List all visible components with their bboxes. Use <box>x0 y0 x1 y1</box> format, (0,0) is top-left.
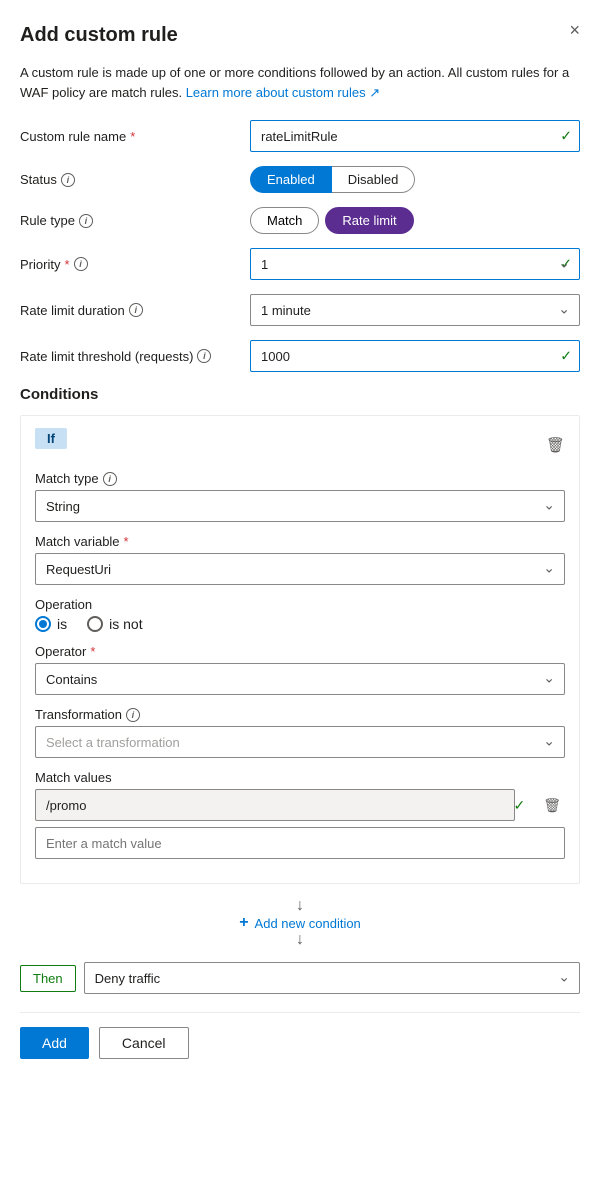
add-condition-label: Add new condition <box>255 916 361 931</box>
rule-type-label: Rule type i <box>20 213 250 228</box>
then-action-select[interactable]: Deny traffic Allow traffic Log request R… <box>84 962 580 994</box>
priority-required-indicator: * <box>64 257 69 272</box>
operation-group: Operation is is not <box>35 597 565 632</box>
match-value-delete-icon[interactable]: 🗑 <box>539 793 565 818</box>
transformation-info-icon[interactable]: i <box>126 708 140 722</box>
operation-isnot-option[interactable]: is not <box>87 616 142 632</box>
custom-rule-name-label: Custom rule name * <box>20 129 250 144</box>
rate-limit-duration-select[interactable]: 1 minute 5 minutes <box>250 294 580 326</box>
footer-divider <box>20 1012 580 1013</box>
operator-group: Operator * Contains Equals StartsWith En… <box>35 644 565 695</box>
footer-buttons: Add Cancel <box>20 1027 580 1059</box>
description-text: A custom rule is made up of one or more … <box>20 63 580 102</box>
radio-isnot-empty <box>87 616 103 632</box>
status-label: Status i <box>20 172 250 187</box>
match-type-label: Match type i <box>35 471 565 486</box>
operator-required: * <box>90 644 95 659</box>
priority-label: Priority * i <box>20 257 250 272</box>
cancel-button[interactable]: Cancel <box>99 1027 189 1059</box>
operation-is-label: is <box>57 616 67 632</box>
learn-more-link[interactable]: Learn more about custom rules ↗ <box>186 85 380 100</box>
match-value-check: ✓ <box>513 797 525 814</box>
match-values-label: Match values <box>35 770 565 785</box>
conditions-section-title: Conditions <box>20 386 580 403</box>
rate-threshold-info-icon[interactable]: i <box>197 349 211 363</box>
if-badge: If <box>35 428 67 449</box>
operator-select[interactable]: Contains Equals StartsWith EndsWith <box>35 663 565 695</box>
operation-is-option[interactable]: is <box>35 616 67 632</box>
conditions-box: If 🗑 Match type i String IP Address Geo … <box>20 415 580 884</box>
rate-limit-duration-label: Rate limit duration i <box>20 303 250 318</box>
rate-limit-threshold-label: Rate limit threshold (requests) i <box>20 349 250 364</box>
match-value-row: ✓ 🗑 <box>35 789 565 821</box>
delete-condition-icon[interactable]: 🗑 <box>546 436 565 454</box>
priority-input[interactable] <box>250 248 580 280</box>
transformation-select[interactable]: Select a transformation Lowercase Upperc… <box>35 726 565 758</box>
match-variable-select[interactable]: RequestUri QueryString RequestBody <box>35 553 565 585</box>
close-button[interactable]: × <box>569 20 580 41</box>
threshold-check-icon: ✓ <box>560 348 572 365</box>
required-indicator: * <box>130 129 135 144</box>
operation-label: Operation <box>35 597 565 612</box>
operator-label: Operator * <box>35 644 565 659</box>
priority-check-icon: ✓ <box>560 256 572 273</box>
match-type-group: Match type i String IP Address Geo <box>35 471 565 522</box>
match-type-select[interactable]: String IP Address Geo <box>35 490 565 522</box>
rate-limit-threshold-input[interactable] <box>250 340 580 372</box>
rate-duration-info-icon[interactable]: i <box>129 303 143 317</box>
panel-title: Add custom rule <box>20 24 178 47</box>
plus-icon: + <box>239 914 248 932</box>
then-badge: Then <box>20 965 76 992</box>
match-variable-group: Match variable * RequestUri QueryString … <box>35 534 565 585</box>
match-type-info-icon[interactable]: i <box>103 472 117 486</box>
status-enabled-button[interactable]: Enabled <box>250 166 332 193</box>
arrow-down-icon: ↓ <box>20 898 580 914</box>
priority-info-icon[interactable]: i <box>74 257 88 271</box>
match-value-input[interactable] <box>35 789 515 821</box>
add-condition-button[interactable]: + Add new condition <box>239 914 361 932</box>
add-button[interactable]: Add <box>20 1027 89 1059</box>
status-disabled-button[interactable]: Disabled <box>332 166 416 193</box>
match-values-area: ✓ 🗑 <box>35 789 565 859</box>
external-link-icon: ↗ <box>369 85 380 100</box>
arrow-down-icon-2: ↓ <box>20 932 580 948</box>
then-row: Then Deny traffic Allow traffic Log requ… <box>20 962 580 994</box>
new-match-value-input[interactable] <box>35 827 565 859</box>
rule-type-match-button[interactable]: Match <box>250 207 319 234</box>
match-variable-required: * <box>124 534 129 549</box>
rule-type-info-icon[interactable]: i <box>79 214 93 228</box>
add-condition-area: ↓ + Add new condition ↓ <box>20 898 580 948</box>
match-variable-label: Match variable * <box>35 534 565 549</box>
transformation-group: Transformation i Select a transformation… <box>35 707 565 758</box>
match-values-group: Match values ✓ 🗑 <box>35 770 565 859</box>
operation-isnot-label: is not <box>109 616 142 632</box>
radio-is-filled <box>35 616 51 632</box>
status-info-icon[interactable]: i <box>61 173 75 187</box>
custom-rule-name-input[interactable] <box>250 120 580 152</box>
transformation-label: Transformation i <box>35 707 565 722</box>
check-icon: ✓ <box>560 128 572 145</box>
rule-type-rate-limit-button[interactable]: Rate limit <box>325 207 413 234</box>
